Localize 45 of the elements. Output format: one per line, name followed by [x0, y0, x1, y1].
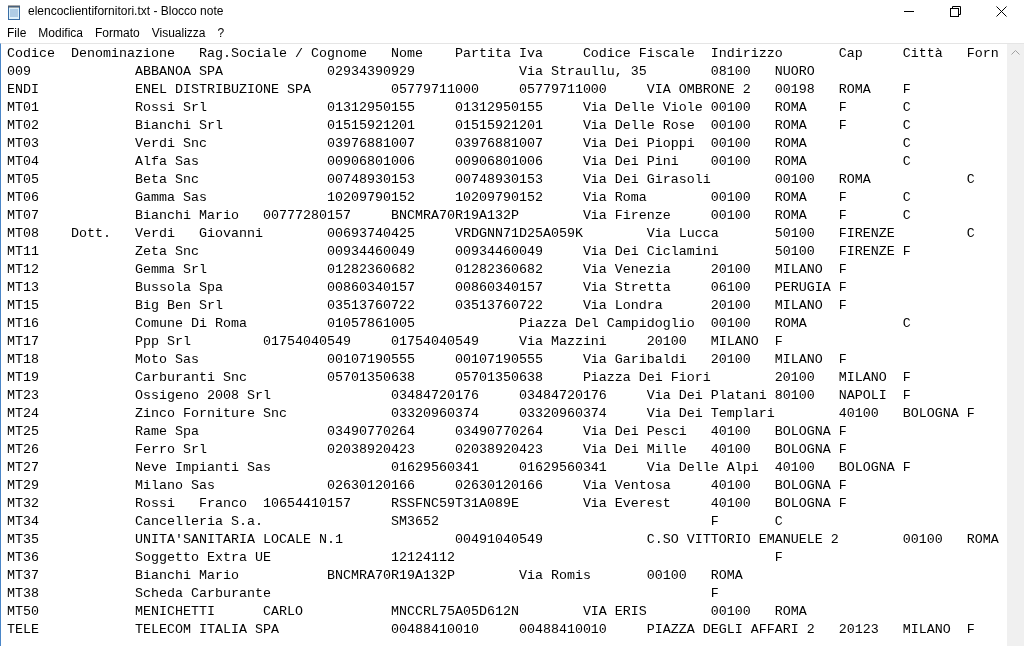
text-line: ENDI ENEL DISTRIBUZIONE SPA 05779711000 05779711000 VIA OMBRONE 2 00198 ROMA F: [7, 81, 911, 99]
text-line: MT03 Verdi Snc 03976881007 03976881007 Via Dei Pioppi 00100 ROMA C: [7, 135, 911, 153]
text-line: MT07 Bianchi Mario 00777280157 BNCMRA70R19A132P Via Firenze 00100 ROMA F C: [7, 207, 911, 225]
text-line: 009 ABBANOA SPA 02934390929 Via Straullu, 35 08100 NUORO: [7, 63, 815, 81]
text-line: MT50 MENICHETTI CARLO MNCCRL75A05D612N VIA ERIS 00100 ROMA: [7, 603, 807, 621]
menu-item[interactable]: Visualizza: [145, 23, 212, 42]
text-line: MT25 Rame Spa 03490770264 03490770264 Via Dei Pesci 40100 BOLOGNA F: [7, 423, 847, 441]
menu-item[interactable]: Modifica: [32, 23, 90, 42]
text-line: MT13 Bussola Spa 00860340157 00860340157 Via Stretta 06100 PERUGIA F: [7, 279, 847, 297]
text-line: MT34 Cancelleria S.a. SM3652 F C: [7, 513, 783, 531]
text-line: MT29 Milano Sas 02630120166 02630120166 Via Ventosa 40100 BOLOGNA F: [7, 477, 847, 495]
text-line: MT18 Moto Sas 00107190555 00107190555 Via Garibaldi 20100 MILANO F: [7, 351, 847, 369]
text-line: MT15 Big Ben Srl 03513760722 03513760722 Via Londra 20100 MILANO F: [7, 297, 847, 315]
text-line: MT16 Comune Di Roma 01057861005 Piazza Del Campidoglio 00100 ROMA C: [7, 315, 911, 333]
text-line: MT37 Bianchi Mario BNCMRA70R19A132P Via Romis 00100 ROMA: [7, 567, 743, 585]
scroll-up-icon[interactable]: [1011, 50, 1020, 55]
minimize-icon: [904, 10, 914, 12]
text-line: TELE TELECOM ITALIA SPA 00488410010 00488410010 PIAZZA DEGLI AFFARI 2 20123 MILANO F: [7, 621, 975, 639]
text-line: MT02 Bianchi Srl 01515921201 01515921201 Via Delle Rose 00100 ROMA F C: [7, 117, 911, 135]
text-line: MT01 Rossi Srl 01312950155 01312950155 Via Delle Viole 00100 ROMA F C: [7, 99, 911, 117]
text-line: MT23 Ossigeno 2008 Srl 03484720176 03484720176 Via Dei Platani 80100 NAPOLI F: [7, 387, 911, 405]
text-line: MT17 Ppp Srl 01754040549 01754040549 Via Mazzini 20100 MILANO F: [7, 333, 783, 351]
notepad-icon: [6, 3, 22, 20]
text-line: MT12 Gemma Srl 01282360682 01282360682 Via Venezia 20100 MILANO F: [7, 261, 847, 279]
text-line: MT38 Scheda Carburante F: [7, 585, 719, 603]
menu-item[interactable]: ?: [211, 23, 231, 42]
text-line: Codice Denominazione Rag.Sociale / Cognome Nome Partita Iva Codice Fiscale Indirizzo Cap Città Forn: [7, 45, 999, 63]
restore-icon: [949, 5, 961, 17]
menu-item[interactable]: File: [1, 23, 33, 42]
vertical-scrollbar[interactable]: [1007, 44, 1024, 646]
text-line: MT26 Ferro Srl 02038920423 02038920423 Via Dei Mille 40100 BOLOGNA F: [7, 441, 847, 459]
text-line: MT27 Neve Impianti Sas 01629560341 01629560341 Via Delle Alpi 40100 BOLOGNA F: [7, 459, 911, 477]
text-line: MT24 Zinco Forniture Snc 03320960374 03320960374 Via Dei Templari 40100 BOLOGNA F: [7, 405, 975, 423]
text-line: MT06 Gamma Sas 10209790152 10209790152 Via Roma 00100 ROMA F C: [7, 189, 911, 207]
menu-item[interactable]: Formato: [89, 23, 146, 42]
text-line: MT05 Beta Snc 00748930153 00748930153 Via Dei Girasoli 00100 ROMA C: [7, 171, 975, 189]
text-line: MT32 Rossi Franco 10654410157 RSSFNC59T31A089E Via Everest 40100 BOLOGNA F: [7, 495, 847, 513]
text-line: MT04 Alfa Sas 00906801006 00906801006 Via Dei Pini 00100 ROMA C: [7, 153, 911, 171]
text-line: MT35 UNITA'SANITARIA LOCALE N.1 00491040549 C.SO VITTORIO EMANUELE 2 00100 ROMA: [7, 531, 999, 549]
text-line: MT19 Carburanti Snc 05701350638 05701350638 Piazza Dei Fiori 20100 MILANO F: [7, 369, 911, 387]
text-line: MT36 Soggetto Extra UE 12124112 F: [7, 549, 783, 567]
text-line: MT08 Dott. Verdi Giovanni 00693740425 VRDGNN71D25A059K Via Lucca 50100 FIRENZE C: [7, 225, 975, 243]
text-line: MT11 Zeta Snc 00934460049 00934460049 Via Dei Ciclamini 50100 FIRENZE F: [7, 243, 911, 261]
window-title: elencoclientifornitori.txt - Blocco note: [28, 3, 224, 20]
close-icon: [995, 5, 1007, 17]
